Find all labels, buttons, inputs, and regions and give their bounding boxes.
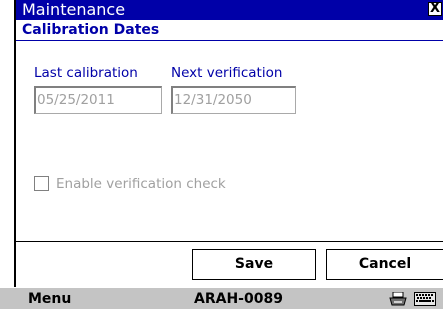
next-verification-label: Next verification	[171, 65, 283, 81]
maintenance-window: Maintenance X Calibration Dates Last cal…	[14, 0, 443, 309]
printer-icon[interactable]	[389, 292, 407, 306]
cancel-button[interactable]: Cancel	[326, 249, 443, 280]
button-area-divider	[16, 241, 443, 242]
title-bar: Maintenance X	[16, 0, 443, 20]
section-divider	[16, 40, 443, 41]
window-title: Maintenance	[22, 0, 126, 19]
menu-button[interactable]: Menu	[28, 291, 71, 307]
section-title: Calibration Dates	[22, 22, 160, 38]
verification-checkbox[interactable]	[34, 176, 49, 191]
screen-left-margin	[0, 0, 14, 309]
save-button[interactable]: Save	[192, 249, 316, 280]
device-id-label: ARAH-0089	[194, 291, 283, 307]
bottom-command-bar: Menu ARAH-0089	[0, 287, 443, 309]
keyboard-icon[interactable]	[414, 292, 436, 306]
close-button[interactable]: X	[428, 2, 442, 16]
last-calibration-label: Last calibration	[34, 65, 138, 81]
verification-checkbox-label: Enable verification check	[56, 176, 226, 192]
next-verification-field[interactable]: 12/31/2050	[171, 86, 296, 114]
last-calibration-field[interactable]: 05/25/2011	[34, 86, 162, 114]
